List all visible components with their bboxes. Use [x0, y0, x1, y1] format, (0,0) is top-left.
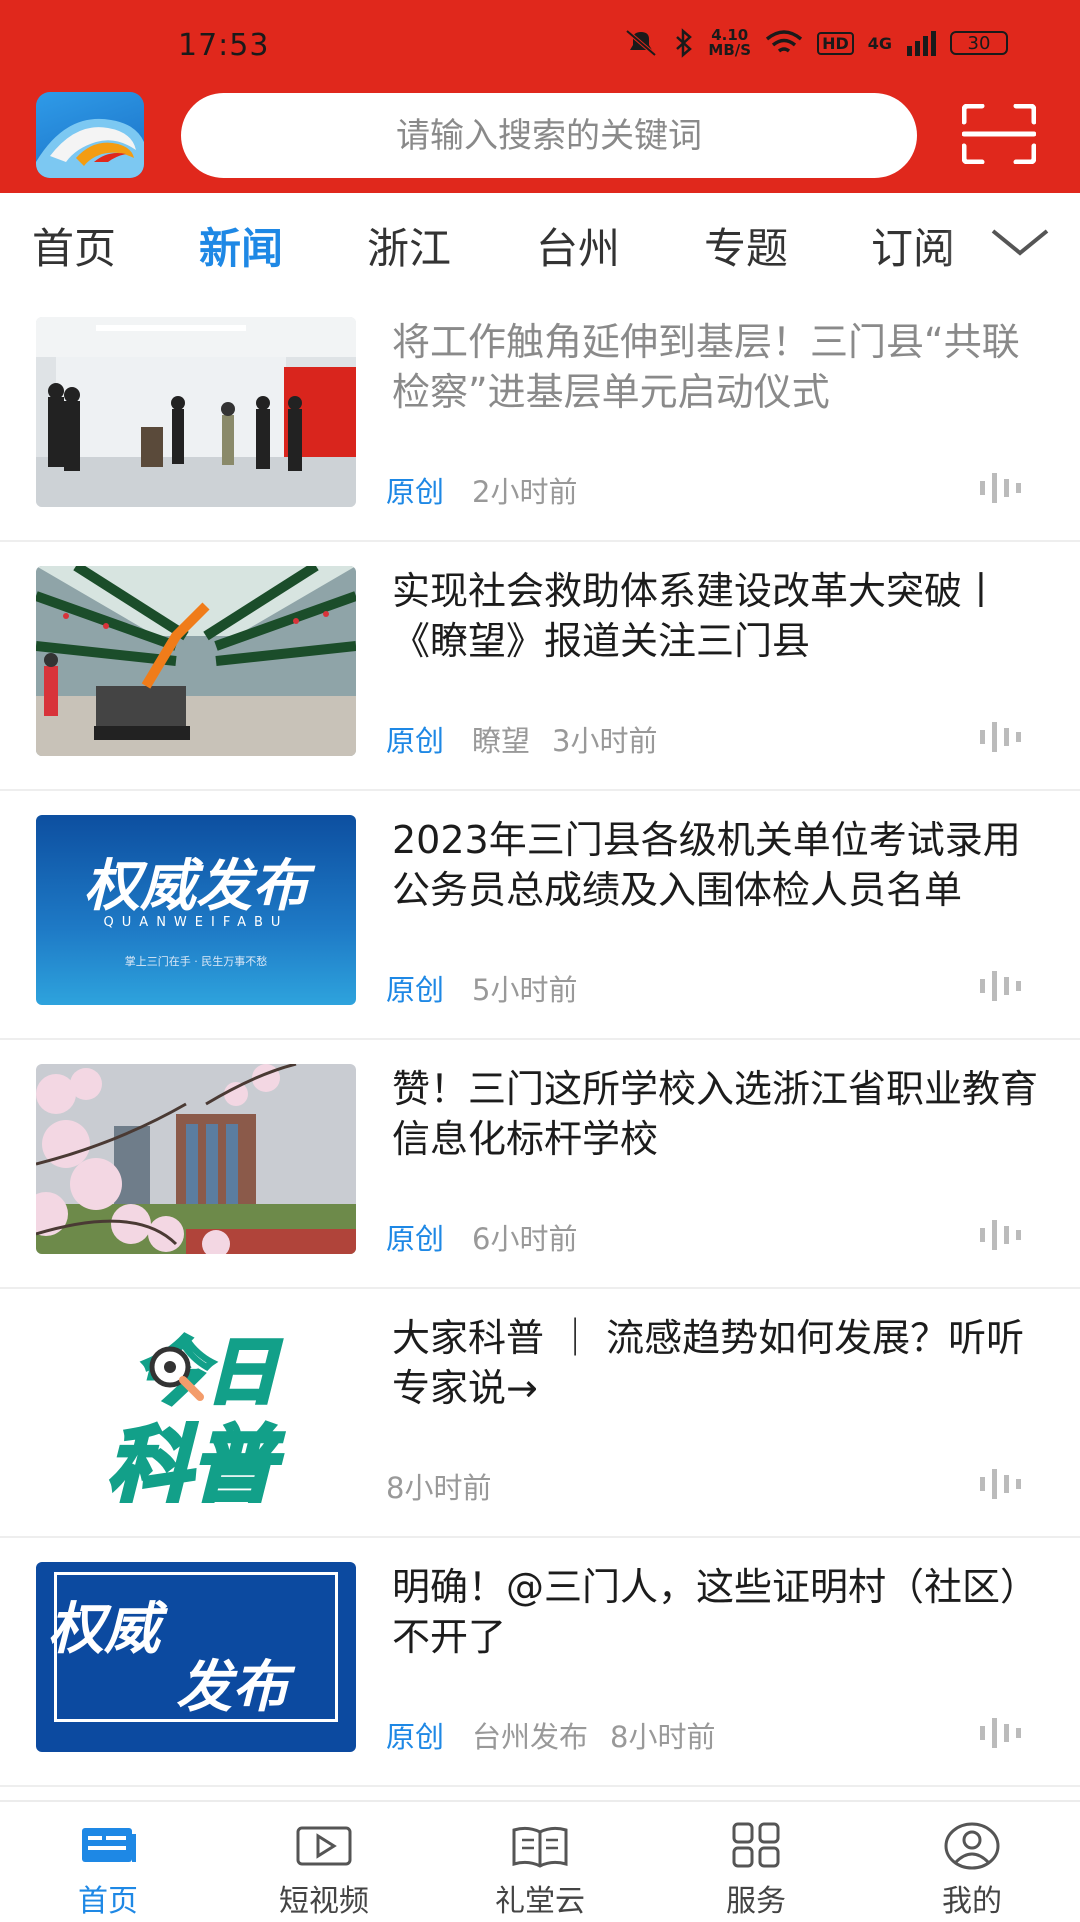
nav-litang-cloud[interactable]: 礼堂云: [432, 1802, 648, 1922]
news-title: 明确！@三门人，这些证明村（社区）不开了: [392, 1565, 1039, 1659]
open-book-icon: [512, 1826, 568, 1868]
logo-wave-icon: [36, 118, 144, 178]
news-title: 大家科普 ｜ 流感趋势如何发展？听听专家说→: [392, 1316, 1025, 1410]
news-item[interactable]: 实现社会救助体系建设改革大突破丨《瞭望》报道关注三门县 原创 瞭望 3小时前: [0, 542, 1080, 791]
tab-fade: [945, 193, 985, 293]
wifi-icon: [765, 30, 803, 53]
news-time: 8小时前: [610, 1720, 716, 1754]
battery-icon: 30: [950, 31, 1008, 55]
thumb-title-line2: 科普: [105, 1415, 277, 1503]
news-item[interactable]: 赞！三门这所学校入选浙江省职业教育信息化标杆学校 原创 6小时前: [0, 1040, 1080, 1289]
news-home-icon: [82, 1828, 136, 1862]
news-title: 将工作触角延伸到基层！三门县“共联检察”进基层单元启动仪式: [392, 320, 1020, 414]
audio-play-icon[interactable]: [978, 969, 1026, 1003]
audio-play-icon[interactable]: [978, 1467, 1026, 1501]
mute-icon: [626, 29, 657, 57]
nav-home[interactable]: 首页: [0, 1802, 216, 1922]
channel-tabs: 首页 新闻 浙江 台州 专题 订阅: [0, 193, 1080, 293]
profile-icon: [944, 1822, 1000, 1870]
nav-label: 短视频: [279, 1884, 369, 1919]
network-speed: 4.10 MB/S: [708, 28, 751, 58]
thumb-title: 权威发布: [84, 854, 308, 919]
news-title: 实现社会救助体系建设改革大突破丨《瞭望》报道关注三门县: [392, 569, 1001, 663]
tab-topics[interactable]: 专题: [704, 215, 788, 276]
hd-badge: HD: [817, 31, 854, 55]
nav-label: 我的: [942, 1884, 1002, 1919]
news-time: 8小时前: [386, 1471, 492, 1505]
magnifier-icon: [149, 1346, 204, 1401]
news-thumbnail: 今日 科普: [36, 1313, 356, 1503]
speed-unit: MB/S: [708, 41, 752, 59]
nav-services[interactable]: 服务: [648, 1802, 864, 1922]
scan-icon[interactable]: [962, 104, 1036, 164]
news-item[interactable]: 权威 发布 明确！@三门人，这些证明村（社区）不开了 原创 台州发布 8小时前: [0, 1538, 1080, 1787]
app-header: 17:53 4.10 MB/S HD 4G 30 请输入搜索的关键词: [0, 0, 1080, 193]
news-thumbnail: 权威发布 QUANWEIFABU 掌上三门在手 · 民生万事不愁: [36, 815, 356, 1005]
thumb-caption: 掌上三门在手 · 民生万事不愁: [124, 955, 268, 968]
tab-news[interactable]: 新闻: [199, 215, 283, 276]
news-time: 2小时前: [472, 475, 578, 509]
tab-zhejiang[interactable]: 浙江: [367, 215, 451, 276]
audio-play-icon[interactable]: [978, 1716, 1026, 1750]
video-play-icon: [296, 1826, 352, 1866]
original-tag: 原创: [386, 724, 445, 758]
audio-play-icon[interactable]: [978, 720, 1026, 754]
search-input[interactable]: [247, 114, 851, 157]
audio-play-icon[interactable]: [978, 471, 1026, 505]
news-meta: 原创 瞭望 3小时前: [386, 718, 657, 760]
thumb-title-line2: 发布: [176, 1655, 288, 1720]
news-title: 2023年三门县各级机关单位考试录用公务员总成绩及入围体检人员名单: [392, 818, 1021, 912]
nav-label: 服务: [726, 1884, 786, 1919]
network-type: 4G: [867, 33, 892, 53]
tab-taizhou[interactable]: 台州: [536, 215, 620, 276]
search-bar[interactable]: [181, 93, 917, 178]
bottom-nav: 首页 短视频 礼堂云 服务 我的: [0, 1800, 1080, 1922]
news-item[interactable]: 今日 科普 大家科普 ｜ 流感趋势如何发展？听听专家说→ 8小时前: [0, 1289, 1080, 1538]
nav-profile[interactable]: 我的: [864, 1802, 1080, 1922]
grid-apps-icon: [732, 1822, 780, 1868]
news-thumbnail: [36, 317, 356, 507]
chevron-down-icon[interactable]: [985, 213, 1055, 273]
news-thumbnail: [36, 1064, 356, 1254]
thumb-subtitle: QUANWEIFABU: [103, 915, 289, 930]
news-meta: 8小时前: [386, 1465, 491, 1507]
status-bar: 17:53 4.10 MB/S HD 4G 30: [0, 0, 1080, 90]
news-meta: 原创 5小时前: [386, 967, 577, 1009]
news-time: 6小时前: [472, 1222, 578, 1256]
news-thumbnail: [36, 566, 356, 756]
original-tag: 原创: [386, 973, 445, 1007]
news-source: 台州发布: [472, 1720, 589, 1754]
original-tag: 原创: [386, 475, 445, 509]
audio-play-icon[interactable]: [978, 1218, 1026, 1252]
news-meta: 原创 2小时前: [386, 469, 577, 511]
nav-short-video[interactable]: 短视频: [216, 1802, 432, 1922]
news-time: 5小时前: [472, 973, 578, 1007]
app-logo[interactable]: [36, 92, 144, 178]
news-meta: 原创 台州发布 8小时前: [386, 1714, 715, 1756]
news-meta: 原创 6小时前: [386, 1216, 577, 1258]
news-title: 赞！三门这所学校入选浙江省职业教育信息化标杆学校: [392, 1067, 1039, 1161]
tab-home[interactable]: 首页: [32, 215, 116, 276]
bluetooth-icon: [676, 28, 693, 58]
battery-level: 30: [967, 32, 991, 54]
nav-label: 首页: [78, 1884, 138, 1919]
original-tag: 原创: [386, 1720, 445, 1754]
original-tag: 原创: [386, 1222, 445, 1256]
news-item[interactable]: 将工作触角延伸到基层！三门县“共联检察”进基层单元启动仪式 原创 2小时前: [0, 293, 1080, 542]
news-item[interactable]: 权威发布 QUANWEIFABU 掌上三门在手 · 民生万事不愁 2023年三门…: [0, 791, 1080, 1040]
news-source: 瞭望: [472, 724, 531, 758]
signal-icon: [907, 31, 936, 56]
news-time: 3小时前: [552, 724, 658, 758]
status-icons: 4.10 MB/S HD 4G 30: [622, 28, 1008, 58]
news-thumbnail: 权威 发布: [36, 1562, 356, 1752]
status-time: 17:53: [178, 28, 270, 63]
thumb-title-line1: 权威: [48, 1597, 160, 1662]
nav-label: 礼堂云: [495, 1884, 585, 1919]
